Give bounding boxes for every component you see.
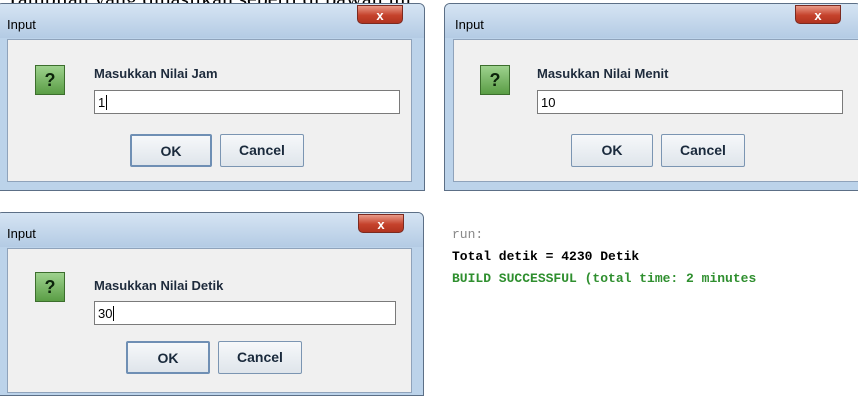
value-input[interactable]: 10 xyxy=(537,90,843,114)
input-dialog-jam: Input x ? Masukkan Nilai Jam 1 OK Cancel xyxy=(0,3,425,191)
input-value: 30 xyxy=(98,306,113,321)
cancel-button[interactable]: Cancel xyxy=(218,341,302,374)
input-dialog-detik: Input x ? Masukkan Nilai Detik 30 OK Can… xyxy=(0,212,424,396)
value-input[interactable]: 30 xyxy=(94,301,396,325)
ok-button[interactable]: OK xyxy=(130,134,212,167)
dialog-title: Input xyxy=(7,17,36,32)
console-build-line: BUILD SUCCESSFUL (total time: 2 minutes xyxy=(452,271,757,286)
dialog-title: Input xyxy=(7,226,36,241)
cancel-button[interactable]: Cancel xyxy=(661,134,745,167)
dialog-titlebar[interactable]: Input x xyxy=(0,4,424,38)
dialog-title: Input xyxy=(455,17,484,32)
prompt-label: Masukkan Nilai Jam xyxy=(94,66,218,81)
ok-button[interactable]: OK xyxy=(571,134,653,167)
prompt-label: Masukkan Nilai Menit xyxy=(537,66,669,81)
question-icon: ? xyxy=(35,272,65,302)
dialog-titlebar[interactable]: Input x xyxy=(0,213,423,247)
dialog-content: ? Masukkan Nilai Menit 10 OK Cancel xyxy=(453,39,858,182)
dialog-titlebar[interactable]: Input x xyxy=(445,4,858,38)
prompt-label: Masukkan Nilai Detik xyxy=(94,278,224,293)
input-value: 10 xyxy=(541,95,556,110)
console-run-line: run: xyxy=(452,227,484,242)
input-dialog-menit: Input x ? Masukkan Nilai Menit 10 OK Can… xyxy=(444,3,858,191)
cancel-button[interactable]: Cancel xyxy=(220,134,304,167)
dialog-content: ? Masukkan Nilai Detik 30 OK Cancel xyxy=(7,248,412,393)
console-output-line: Total detik = 4230 Detik xyxy=(452,249,640,264)
value-input[interactable]: 1 xyxy=(94,90,400,114)
close-icon[interactable]: x xyxy=(358,214,404,233)
question-icon: ? xyxy=(35,65,65,95)
close-icon[interactable]: x xyxy=(357,5,403,24)
output-console: run: Total detik = 4230 Detik BUILD SUCCES… xyxy=(452,224,756,290)
close-icon[interactable]: x xyxy=(795,5,841,24)
input-value: 1 xyxy=(98,95,106,110)
question-icon: ? xyxy=(480,65,510,95)
ok-button[interactable]: OK xyxy=(126,341,210,374)
dialog-content: ? Masukkan Nilai Jam 1 OK Cancel xyxy=(7,39,412,182)
